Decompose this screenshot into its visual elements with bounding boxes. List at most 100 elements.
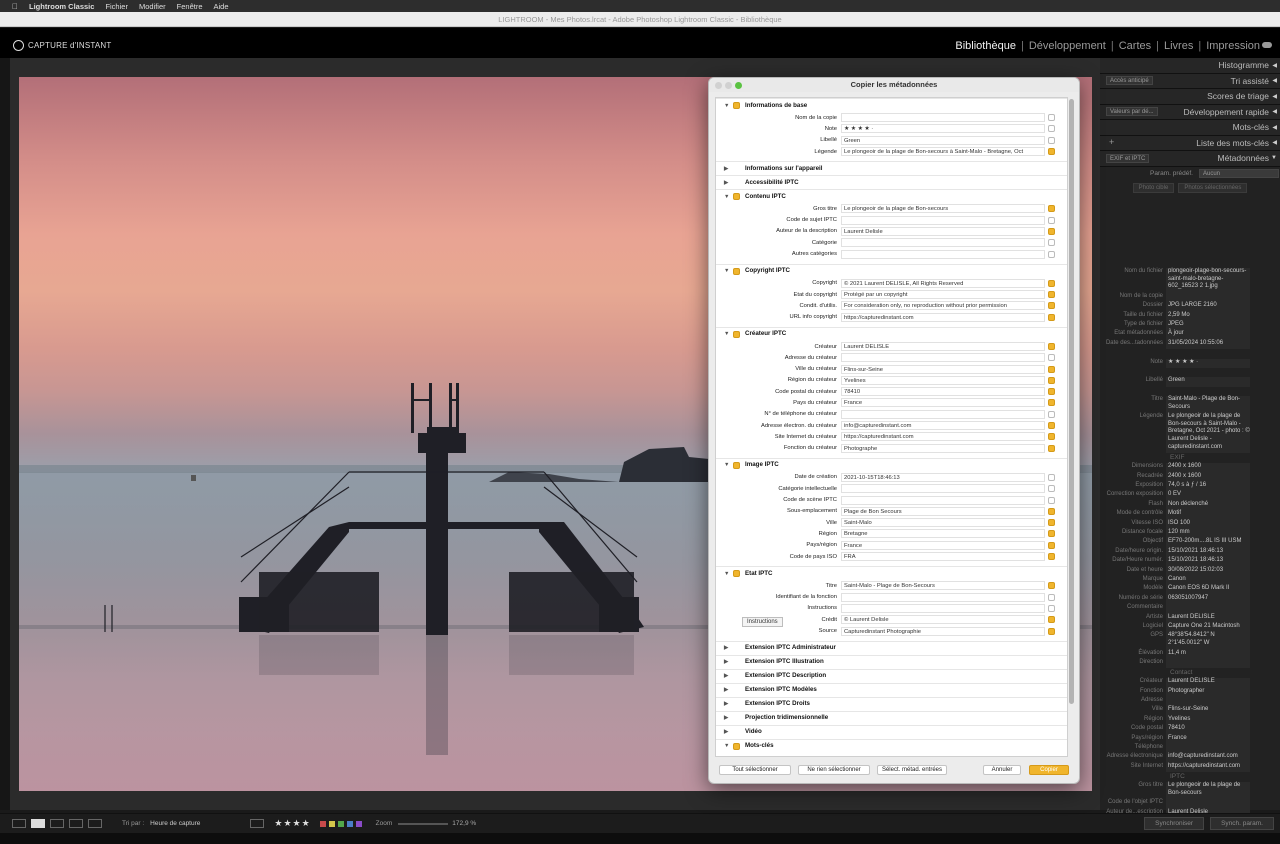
metadata-value[interactable]: Le plongeoir de la plage de Bon-secours	[1166, 782, 1250, 800]
disclosure-closed-icon[interactable]: ▶	[724, 176, 733, 190]
menu-fenetre[interactable]: Fenêtre	[177, 2, 203, 11]
valeurs-select[interactable]: Valeurs par dé...	[1106, 107, 1158, 117]
color-label-chip[interactable]	[355, 820, 362, 827]
zoom-slider[interactable]	[398, 822, 449, 825]
module-livres[interactable]: Livres	[1164, 40, 1193, 52]
section-checkbox[interactable]	[733, 193, 740, 201]
field-checkbox[interactable]	[1048, 553, 1055, 561]
people-view-icon[interactable]	[88, 819, 102, 828]
metadata-value[interactable]: 2400 x 1600	[1166, 472, 1250, 483]
metadonnees-header[interactable]: EXIF et IPTC Métadonnées ▼	[1100, 151, 1280, 167]
tab-photos-selection[interactable]: Photos sélectionnées	[1178, 182, 1248, 193]
metadata-value[interactable]	[1166, 658, 1250, 669]
menu-app-name[interactable]: Lightroom Classic	[29, 2, 94, 11]
metadata-checklist[interactable]: ▼ Informations de base Nom de la copie Note…	[715, 97, 1068, 757]
field-checkbox[interactable]	[1048, 302, 1055, 310]
metadata-value[interactable]: Canon	[1166, 575, 1250, 586]
color-label-chip[interactable]	[328, 820, 335, 827]
acces-anticipe-badge[interactable]: Accès anticipé	[1106, 76, 1153, 86]
flag-icon[interactable]	[250, 819, 265, 828]
section-header[interactable]: ▶ Extension IPTC Droits	[716, 696, 1067, 711]
metadata-value[interactable]: https://capturedinstant.com	[1166, 762, 1250, 773]
metadata-value[interactable]: Flins-sur-Seine	[1166, 706, 1250, 716]
metadata-value[interactable]: 15/10/2021 18:46:13	[1166, 547, 1250, 558]
disclosure-open-icon[interactable]: ▼	[724, 567, 733, 581]
section-checkbox[interactable]	[733, 742, 740, 750]
field-checkbox[interactable]	[1048, 507, 1055, 515]
field-checkbox[interactable]	[1048, 604, 1055, 612]
module-cartes[interactable]: Cartes	[1119, 40, 1151, 52]
field-checkbox[interactable]	[1048, 291, 1055, 299]
metadata-value[interactable]: 11,4 m	[1166, 649, 1250, 659]
metadata-value[interactable]: plongeoir-plage-bon-secours-saint-malo-b…	[1166, 268, 1250, 293]
metadata-value[interactable]: 78410	[1166, 725, 1250, 735]
section-header[interactable]: ▶ Projection tridimensionnelle	[716, 710, 1067, 725]
survey-view-icon[interactable]	[69, 819, 83, 828]
section-header[interactable]: ▼ Image IPTC	[716, 457, 1067, 472]
field-checkbox[interactable]	[1048, 239, 1055, 247]
field-checkbox[interactable]	[1048, 354, 1055, 362]
disclosure-open-icon[interactable]: ▼	[724, 190, 733, 204]
sync-button[interactable]: Synchroniser	[1144, 817, 1205, 830]
disclosure-open-icon[interactable]: ▼	[724, 739, 733, 753]
field-checkbox[interactable]	[1048, 627, 1055, 635]
metadata-value[interactable]: 0 EV	[1166, 491, 1250, 501]
metadata-value[interactable]	[1166, 799, 1250, 809]
metadata-value[interactable]: info@capturedinstant.com	[1166, 753, 1250, 763]
metadata-value[interactable]: 120 mm	[1166, 529, 1250, 539]
menu-aide[interactable]: Aide	[214, 2, 229, 11]
metadata-value[interactable]: Green	[1166, 377, 1250, 387]
mots-cles-header[interactable]: Mots-clés ◀	[1100, 120, 1280, 136]
select-entered-button[interactable]: Sélect. métad. entrées	[877, 765, 947, 775]
histogram-panel-header[interactable]: Histogramme ◀	[1100, 58, 1280, 74]
metadata-value[interactable]	[1166, 744, 1250, 754]
tri-assiste-header[interactable]: Accès anticipé Tri assisté ◀	[1100, 73, 1280, 89]
copy-button[interactable]: Copier	[1029, 765, 1069, 775]
section-checkbox[interactable]	[733, 102, 740, 109]
metadata-value[interactable]: Le plongeoir de la plage de Bon-secours …	[1166, 413, 1250, 454]
field-checkbox[interactable]	[1048, 399, 1055, 407]
left-panel-collapsed[interactable]	[0, 58, 10, 810]
scrollbar[interactable]	[1069, 99, 1074, 704]
field-checkbox[interactable]	[1048, 313, 1055, 321]
minimize-icon[interactable]	[725, 81, 732, 89]
metadata-value[interactable]	[1166, 292, 1250, 303]
metadata-value[interactable]	[1166, 368, 1250, 377]
collapse-left-icon[interactable]: ◀	[1272, 124, 1277, 131]
section-header[interactable]: ▶ Extension IPTC Description	[716, 668, 1067, 683]
tab-photo-cible[interactable]: Photo cible	[1132, 182, 1175, 193]
metadata-value[interactable]: ISO 100	[1166, 519, 1250, 530]
metadata-value[interactable]: Motif	[1166, 510, 1250, 520]
field-checkbox[interactable]	[1048, 541, 1055, 549]
disclosure-open-icon[interactable]: ▼	[724, 458, 733, 472]
metadata-value[interactable]: Non déclenché	[1166, 500, 1250, 511]
field-checkbox[interactable]	[1048, 114, 1055, 122]
field-checkbox[interactable]	[1048, 473, 1055, 481]
menu-modifier[interactable]: Modifier	[139, 2, 166, 11]
field-checkbox[interactable]	[1048, 125, 1055, 133]
field-checkbox[interactable]	[1048, 365, 1055, 373]
metadata-value[interactable]: EF70-200m....8L IS III USM	[1166, 538, 1250, 548]
module-developpement[interactable]: Développement	[1029, 40, 1106, 52]
disclosure-closed-icon[interactable]: ▶	[724, 655, 733, 669]
sync-param-button[interactable]: Synch. param.	[1210, 817, 1274, 830]
section-checkbox[interactable]	[733, 570, 740, 578]
section-header[interactable]: ▶ Extension IPTC Modèles	[716, 682, 1067, 697]
field-checkbox[interactable]	[1048, 422, 1055, 430]
grid-view-icon[interactable]	[12, 819, 26, 828]
select-none-button[interactable]: Ne rien sélectionner	[798, 765, 870, 775]
field-checkbox[interactable]	[1048, 444, 1055, 452]
color-label-chip[interactable]	[337, 820, 344, 827]
compare-view-icon[interactable]	[50, 819, 64, 828]
field-checkbox[interactable]	[1048, 343, 1055, 350]
module-impression[interactable]: Impression	[1206, 40, 1260, 52]
field-checkbox[interactable]	[1048, 205, 1055, 213]
metadata-value[interactable]	[1166, 604, 1250, 614]
sort-select[interactable]: Heure de capture	[150, 820, 200, 827]
section-header[interactable]: ▶ Extension IPTC Illustration	[716, 654, 1067, 669]
metadata-value[interactable]: Laurent DELISLE	[1166, 613, 1250, 623]
disclosure-closed-icon[interactable]: ▶	[724, 697, 733, 711]
rating-stars[interactable]: ★★★★	[274, 818, 310, 829]
field-checkbox[interactable]	[1048, 496, 1055, 504]
color-label-chip[interactable]	[319, 820, 326, 827]
